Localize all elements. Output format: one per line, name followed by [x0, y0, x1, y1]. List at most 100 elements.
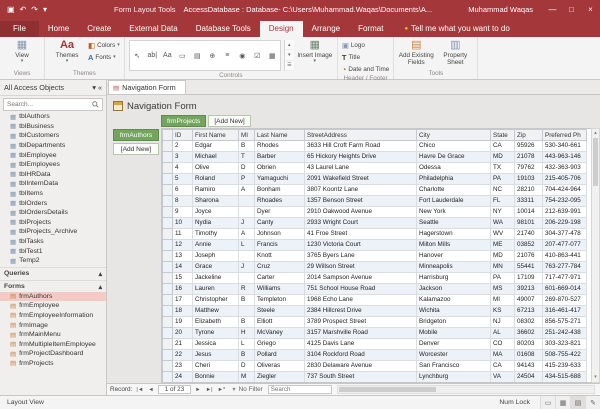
cell-last-name[interactable]: Cruz — [255, 262, 305, 273]
cell-mi[interactable]: D — [239, 163, 255, 174]
form-view-button[interactable]: ▭ — [540, 396, 555, 409]
cell-zip[interactable]: 94143 — [515, 361, 543, 372]
nav-item-temp2[interactable]: ▦Temp2 — [0, 256, 106, 266]
cell-streetaddress[interactable]: 29 Willson Street — [305, 262, 417, 273]
cell-preferred-ph[interactable]: 434-515-688 — [543, 372, 587, 383]
record-search-box[interactable] — [268, 385, 332, 394]
cell-last-name[interactable]: Knott — [255, 251, 305, 262]
cell-preferred-ph[interactable]: 432-363-903 — [543, 163, 587, 174]
nav-tab-frmprojects[interactable]: frmProjects — [161, 115, 206, 127]
cell-city[interactable]: San Francisco — [417, 361, 491, 372]
last-record-button[interactable]: ►| — [205, 387, 214, 393]
cell-last-name[interactable]: McVaney — [255, 328, 305, 339]
record-selector[interactable] — [163, 152, 173, 163]
cell-city[interactable]: New York — [417, 207, 491, 218]
column-header-first-name[interactable]: First Name — [193, 130, 239, 141]
nav-tab-add-new[interactable]: [Add New] — [208, 115, 250, 127]
cell-mi[interactable]: B — [239, 350, 255, 361]
cell-streetaddress[interactable]: 1968 Echo Lane — [305, 295, 417, 306]
cell-zip[interactable]: 36602 — [515, 328, 543, 339]
cell-streetaddress[interactable]: 751 School House Road — [305, 284, 417, 295]
cell-streetaddress[interactable]: 3765 Byers Lane — [305, 251, 417, 262]
nav-item-frmprojectdashboard[interactable]: ▤frmProjectDashboard — [0, 349, 106, 359]
cell-city[interactable]: Charlotte — [417, 185, 491, 196]
cell-mi[interactable]: L — [239, 339, 255, 350]
tab-control-icon[interactable]: ▤ — [190, 52, 205, 60]
cell-preferred-ph[interactable]: 304-377-478 — [543, 229, 587, 240]
cell-state[interactable]: MD — [491, 251, 515, 262]
nav-item-tblemployee[interactable]: ▦tblEmployee — [0, 150, 106, 160]
cell-first-name[interactable]: Jessica — [193, 339, 239, 350]
cell-first-name[interactable]: Annie — [193, 240, 239, 251]
cell-first-name[interactable]: Lauren — [193, 284, 239, 295]
cell-preferred-ph[interactable]: 212-639-991 — [543, 207, 587, 218]
nav-item-frmmultipleitememployee[interactable]: ▤frmMultipleItemEmployee — [0, 339, 106, 349]
cell-city[interactable]: Kalamazoo — [417, 295, 491, 306]
ribbon-tab-format[interactable]: Format — [349, 21, 392, 37]
cell-first-name[interactable]: Ramiro — [193, 185, 239, 196]
cell-state[interactable]: CA — [491, 361, 515, 372]
cell-first-name[interactable]: Nydia — [193, 218, 239, 229]
cell-mi[interactable] — [239, 251, 255, 262]
navigation-search-box[interactable] — [3, 98, 103, 111]
navigation-control-icon[interactable]: ≡ — [220, 52, 235, 59]
nav-tab-frmauthors[interactable]: frmAuthors — [113, 129, 159, 141]
nav-item-tblprojects-archive[interactable]: ▦tblProjects_Archive — [0, 227, 106, 237]
select-icon[interactable]: ↖ — [130, 52, 145, 60]
undo-icon[interactable]: ↶ — [20, 0, 27, 19]
cell-id[interactable]: 22 — [173, 350, 193, 361]
ribbon-tab-create[interactable]: Create — [78, 21, 120, 37]
cell-id[interactable]: 18 — [173, 306, 193, 317]
textbox-icon[interactable]: ab| — [145, 52, 160, 59]
insert-image-button[interactable]: ▦ Insert Image ▾ — [297, 39, 333, 64]
cell-state[interactable]: WA — [491, 218, 515, 229]
cell-preferred-ph[interactable]: 530-340-661 — [543, 141, 587, 152]
cell-preferred-ph[interactable]: 717-477-971 — [543, 273, 587, 284]
nav-item-tblemployees[interactable]: ▦tblEmployees — [0, 160, 106, 170]
ribbon-tab-database-tools[interactable]: Database Tools — [187, 21, 260, 37]
cell-streetaddress[interactable]: 2014 Sampson Avenue — [305, 273, 417, 284]
cell-first-name[interactable]: Olive — [193, 163, 239, 174]
cell-id[interactable]: 10 — [173, 218, 193, 229]
cell-city[interactable]: Seattle — [417, 218, 491, 229]
record-selector[interactable] — [163, 328, 173, 339]
column-header-last-name[interactable]: Last Name — [255, 130, 305, 141]
document-tab-navigation-form[interactable]: ▤ Navigation Form — [108, 80, 186, 94]
date-and-time-button[interactable]: ◔ Date and Time — [342, 65, 389, 74]
cell-streetaddress[interactable]: 2910 Oakwood Avenue — [305, 207, 417, 218]
cell-state[interactable]: TX — [491, 163, 515, 174]
cell-last-name[interactable]: Elliott — [255, 317, 305, 328]
cell-first-name[interactable]: Matthew — [193, 306, 239, 317]
customize-qat-icon[interactable]: ▾ — [43, 0, 47, 19]
cell-mi[interactable]: J — [239, 218, 255, 229]
record-selector[interactable] — [163, 207, 173, 218]
cell-city[interactable]: Hanover — [417, 251, 491, 262]
cell-last-name[interactable]: Templeton — [255, 295, 305, 306]
record-selector[interactable] — [163, 350, 173, 361]
cell-preferred-ph[interactable]: 443-963-146 — [543, 152, 587, 163]
cell-streetaddress[interactable]: 737 South Street — [305, 372, 417, 383]
cell-id[interactable]: 2 — [173, 141, 193, 152]
record-selector[interactable] — [163, 317, 173, 328]
cell-last-name[interactable]: Bonham — [255, 185, 305, 196]
cell-zip[interactable]: 49007 — [515, 295, 543, 306]
cell-mi[interactable] — [239, 306, 255, 317]
cell-city[interactable]: Odessa — [417, 163, 491, 174]
nav-item-frmemployee[interactable]: ▤frmEmployee — [0, 301, 106, 311]
cell-first-name[interactable]: Elizabeth — [193, 317, 239, 328]
new-record-button[interactable]: ►* — [217, 387, 227, 393]
cell-preferred-ph[interactable]: 856-575-271 — [543, 317, 587, 328]
cell-state[interactable]: WV — [491, 229, 515, 240]
cell-city[interactable]: Lynchburg — [417, 372, 491, 383]
cell-streetaddress[interactable]: 1230 Victoria Court — [305, 240, 417, 251]
cell-state[interactable]: FL — [491, 196, 515, 207]
cell-zip[interactable]: 95926 — [515, 141, 543, 152]
record-selector[interactable] — [163, 196, 173, 207]
cell-state[interactable]: MN — [491, 262, 515, 273]
cell-preferred-ph[interactable]: 206-229-198 — [543, 218, 587, 229]
cell-id[interactable]: 11 — [173, 229, 193, 240]
record-selector[interactable] — [163, 262, 173, 273]
cell-zip[interactable]: 33311 — [515, 196, 543, 207]
cell-mi[interactable]: B — [239, 317, 255, 328]
cell-mi[interactable]: A — [239, 229, 255, 240]
